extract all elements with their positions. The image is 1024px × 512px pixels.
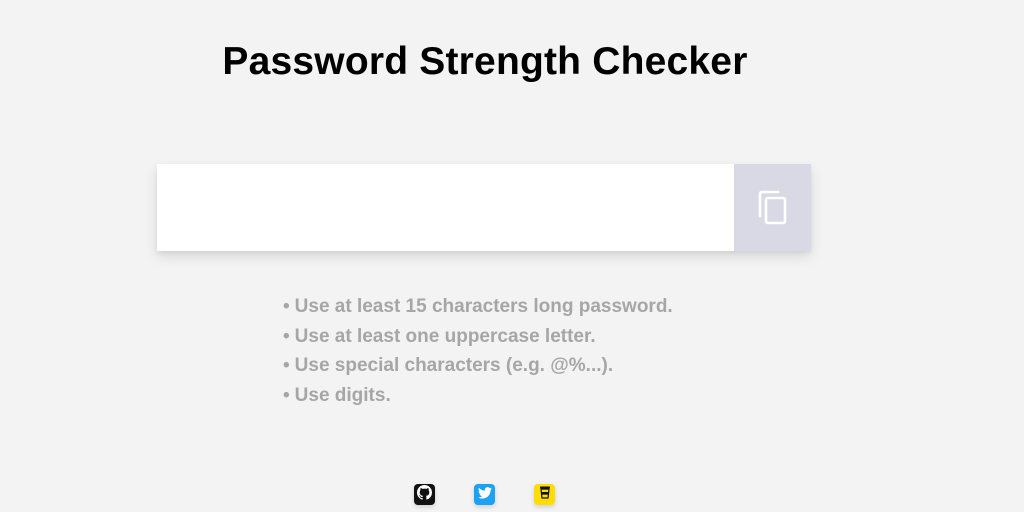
- buy-me-a-coffee-link[interactable]: [534, 484, 555, 505]
- twitter-icon: [477, 486, 492, 504]
- coffee-icon: [539, 485, 551, 504]
- copy-icon: [757, 189, 789, 227]
- page-title: Password Strength Checker: [222, 40, 748, 83]
- github-link[interactable]: [414, 484, 435, 505]
- social-links: [414, 484, 555, 505]
- tip-item: • Use special characters (e.g. @%...).: [283, 351, 673, 381]
- tip-item: • Use digits.: [283, 381, 673, 411]
- bullet: •: [283, 296, 290, 317]
- page: Password Strength Checker • Use at least …: [0, 0, 1024, 512]
- twitter-link[interactable]: [474, 484, 495, 505]
- copy-button[interactable]: [734, 164, 811, 251]
- password-tips-list: • Use at least 15 characters long passwor…: [283, 292, 673, 410]
- bullet: •: [283, 355, 290, 376]
- bullet: •: [283, 325, 290, 347]
- tip-text: Use special characters (e.g. @%...).: [294, 355, 614, 376]
- tip-item: • Use at least 15 characters long passwor…: [283, 292, 673, 322]
- tip-text: Use at least one uppercase letter.: [294, 325, 596, 347]
- bullet: •: [283, 384, 290, 406]
- tip-text: Use digits.: [294, 384, 391, 406]
- github-icon: [417, 484, 432, 505]
- password-input-group: [157, 164, 811, 251]
- tip-text: Use at least 15 characters long password…: [294, 296, 673, 317]
- password-input[interactable]: [157, 164, 734, 251]
- tip-item: • Use at least one uppercase letter.: [283, 322, 673, 352]
